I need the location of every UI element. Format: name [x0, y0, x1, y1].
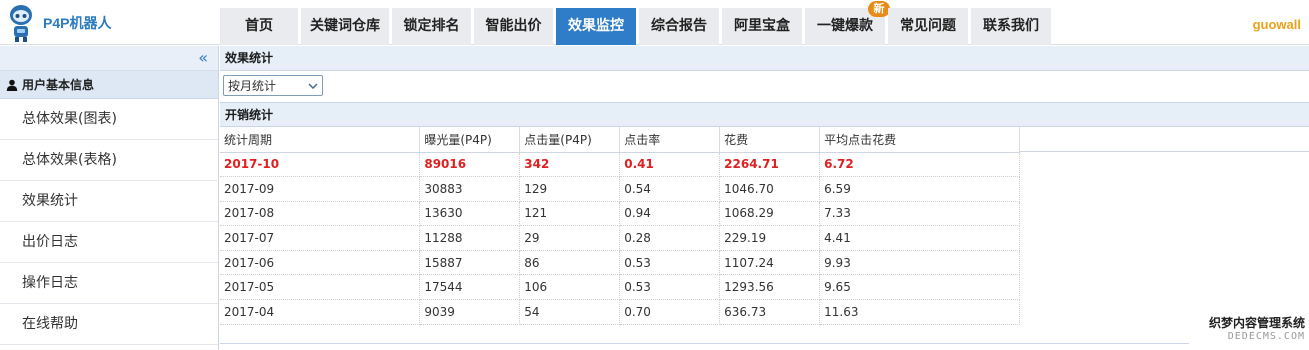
sidebar-item-overall-chart[interactable]: 总体效果(图表) [0, 99, 218, 140]
table-header-extension [1020, 127, 1309, 152]
table-row: 2017-04 9039 54 0.70 636.73 11.63 [220, 299, 1020, 325]
chevron-down-icon [304, 76, 322, 95]
table-cell: 11288 [419, 225, 521, 251]
sidebar-item-overall-table[interactable]: 总体效果(表格) [0, 140, 218, 181]
sidebar-section-user-info[interactable]: 用户基本信息 [0, 71, 218, 99]
new-badge: 新 [868, 1, 890, 17]
sidebar-item-effect-stats[interactable]: 效果统计 [0, 181, 218, 222]
column-header[interactable]: 统计周期 [220, 127, 421, 153]
table-cell: 4.41 [819, 225, 1020, 251]
table-cell: 1107.24 [719, 250, 821, 276]
nav-item-smart-bidding[interactable]: 智能出价 [474, 8, 553, 45]
period-select[interactable]: 按月统计 [223, 75, 323, 96]
table-row: 2017-10 89016 342 0.41 2264.71 6.72 [220, 152, 1020, 178]
table-cell: 6.72 [819, 152, 1020, 178]
table-cell: 636.73 [719, 299, 821, 325]
table-cell: 9.93 [819, 250, 1020, 276]
table-row: 2017-05 17544 106 0.53 1293.56 9.65 [220, 274, 1020, 301]
table-cell: 2264.71 [719, 152, 821, 178]
sidebar-item-bid-log[interactable]: 出价日志 [0, 222, 218, 263]
table-cell: 17544 [419, 274, 521, 301]
table-cell: 2017-08 [220, 201, 421, 227]
content-bottom-border [220, 343, 1309, 344]
table-cell: 30883 [419, 176, 521, 202]
main-nav: 首页 关键词仓库 锁定排名 智能出价 效果监控 综合报告 阿里宝盒 一键爆款 新… [220, 1, 1054, 45]
table-row: 2017-08 13630 121 0.94 1068.29 7.33 [220, 201, 1020, 227]
table-title: 开销统计 [220, 102, 1309, 127]
column-header[interactable]: 点击量(P4P) [519, 127, 621, 153]
table-cell: 2017-05 [220, 274, 421, 301]
filter-row: 按月统计 [220, 71, 1309, 102]
double-chevron-left-icon: « [198, 48, 208, 67]
stats-table-wrapper: 统计周期 曝光量(P4P) 点击量(P4P) 点击率 花费 平均点击花费 201… [220, 127, 1309, 325]
table-cell: 342 [519, 152, 621, 178]
table-cell: 129 [519, 176, 621, 202]
table-cell: 29 [519, 225, 621, 251]
sidebar-item-online-help[interactable]: 在线帮助 [0, 304, 218, 345]
sidebar: « 用户基本信息 总体效果(图表) 总体效果(表格) 效果统计 出价日志 操作日… [0, 46, 219, 350]
table-cell: 1046.70 [719, 176, 821, 202]
table-cell: 86 [519, 250, 621, 276]
table-cell: 0.53 [619, 250, 721, 276]
column-header[interactable]: 花费 [719, 127, 821, 153]
main-content: 效果统计 按月统计 开销统计 统计周期 曝光量(P4P) 点击量(P4P) 点击… [220, 46, 1309, 350]
table-cell: 89016 [419, 152, 521, 178]
nav-item-effect-monitor[interactable]: 效果监控 [556, 8, 636, 45]
table-cell: 0.28 [619, 225, 721, 251]
watermark-line1: 织梦内容管理系统 [1208, 316, 1305, 330]
table-cell: 54 [519, 299, 621, 325]
table-cell: 11.63 [819, 299, 1020, 325]
table-cell: 0.70 [619, 299, 721, 325]
table-cell: 7.33 [819, 201, 1020, 227]
table-cell: 2017-10 [220, 152, 421, 178]
table-cell: 9.65 [819, 274, 1020, 301]
table-cell: 229.19 [719, 225, 821, 251]
collapse-sidebar-button[interactable]: « [0, 46, 218, 71]
period-select-value: 按月统计 [228, 79, 277, 93]
table-cell: 9039 [419, 299, 521, 325]
nav-item-contact[interactable]: 联系我们 [971, 8, 1051, 45]
nav-item-report[interactable]: 综合报告 [639, 8, 719, 45]
table-row: 2017-06 15887 86 0.53 1107.24 9.93 [220, 250, 1020, 276]
table-cell: 2017-07 [220, 225, 421, 251]
watermark-line2: DEDECMS.COM [1227, 331, 1305, 342]
user-icon [6, 79, 18, 91]
table-cell: 106 [519, 274, 621, 301]
table-cell: 6.59 [819, 176, 1020, 202]
table-cell: 15887 [419, 250, 521, 276]
sidebar-section-label: 用户基本信息 [22, 77, 95, 92]
table-cell: 121 [519, 201, 621, 227]
table-cell: 0.53 [619, 274, 721, 301]
user-name-link[interactable]: guowall [1253, 17, 1301, 32]
column-header[interactable]: 点击率 [619, 127, 721, 153]
table-row: 2017-09 30883 129 0.54 1046.70 6.59 [220, 176, 1020, 202]
table-cell: 2017-06 [220, 250, 421, 276]
table-cell: 0.94 [619, 201, 721, 227]
watermark: 织梦内容管理系统 DEDECMS.COM [1189, 314, 1309, 350]
table-row: 2017-07 11288 29 0.28 229.19 4.41 [220, 225, 1020, 251]
nav-item-home[interactable]: 首页 [220, 8, 298, 45]
sidebar-item-operation-log[interactable]: 操作日志 [0, 263, 218, 304]
panel-title: 效果统计 [220, 46, 1309, 71]
robot-logo-icon [10, 4, 32, 42]
logo[interactable]: P4P机器人 [0, 0, 219, 45]
table-cell: 2017-04 [220, 299, 421, 325]
table-cell: 0.54 [619, 176, 721, 202]
table-cell: 1068.29 [719, 201, 821, 227]
nav-item-ali-box[interactable]: 阿里宝盒 [722, 8, 802, 45]
top-header: P4P机器人 首页 关键词仓库 锁定排名 智能出价 效果监控 综合报告 阿里宝盒… [0, 0, 1309, 45]
nav-item-faq[interactable]: 常见问题 [888, 8, 968, 45]
nav-item-keyword-warehouse[interactable]: 关键词仓库 [301, 8, 389, 45]
stats-table: 统计周期 曝光量(P4P) 点击量(P4P) 点击率 花费 平均点击花费 201… [220, 127, 1020, 325]
table-header-row: 统计周期 曝光量(P4P) 点击量(P4P) 点击率 花费 平均点击花费 [220, 127, 1020, 153]
nav-item-lock-ranking[interactable]: 锁定排名 [392, 8, 471, 45]
table-cell: 0.41 [619, 152, 721, 178]
nav-item-one-click-hot[interactable]: 一键爆款 新 [805, 1, 890, 45]
table-cell: 1293.56 [719, 274, 821, 301]
table-cell: 13630 [419, 201, 521, 227]
table-cell: 2017-09 [220, 176, 421, 202]
column-header[interactable]: 平均点击花费 [819, 127, 1020, 153]
logo-text: P4P机器人 [43, 14, 112, 31]
column-header[interactable]: 曝光量(P4P) [419, 127, 521, 153]
